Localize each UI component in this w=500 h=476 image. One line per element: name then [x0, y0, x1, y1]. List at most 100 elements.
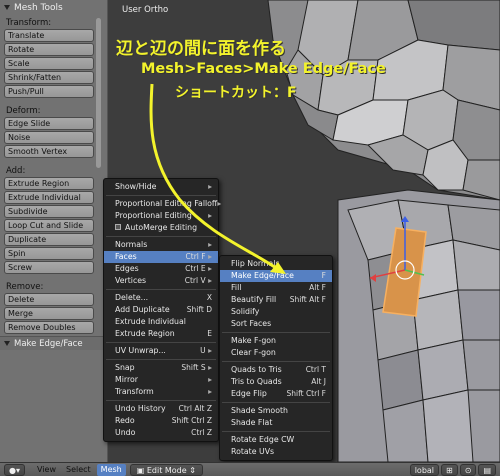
menu-item-shortcut-wrap: X: [207, 292, 212, 304]
tool-button-delete[interactable]: Delete: [4, 293, 94, 306]
menu-item-tris-to-quads[interactable]: Tris to Quads Alt J: [220, 376, 332, 388]
annotation-title: 辺と辺の間に面を作る: [116, 39, 286, 59]
menu-item-label: Transform: [115, 387, 154, 396]
tool-button-push-pull[interactable]: Push/Pull: [4, 85, 94, 98]
tool-sections: Transform: Translate Rotate Scale Shrink/Fat…: [0, 15, 107, 339]
render-icon[interactable]: ▤: [478, 463, 496, 476]
tool-button-spin[interactable]: Spin: [4, 247, 94, 260]
menu-item-rotate-uvs[interactable]: Rotate UVs: [220, 446, 332, 458]
menu-item-shortcut-wrap: Alt J: [311, 376, 326, 388]
tool-button-screw[interactable]: Screw: [4, 261, 94, 274]
menu-item-undo-history[interactable]: Undo History Ctrl Alt Z: [104, 403, 218, 415]
mesh-menu-button[interactable]: Mesh: [96, 463, 126, 476]
tool-button-extrude-region[interactable]: Extrude Region: [4, 177, 94, 190]
menu-item-uv-unwrap[interactable]: UV Unwrap... U ▸: [104, 345, 218, 357]
menu-item-snap[interactable]: Snap Shift S ▸: [104, 362, 218, 374]
editor-type-icon[interactable]: ●▾: [4, 463, 25, 476]
menu-item-shortcut-wrap: U ▸: [200, 345, 212, 357]
layer-icon[interactable]: ⊞: [441, 463, 458, 476]
menu-item-clear-f-gon[interactable]: Clear F-gon: [220, 347, 332, 359]
menu-separator: [106, 289, 216, 290]
menu-item-automerge-editing[interactable]: AutoMerge Editing: [104, 222, 218, 234]
menu-item-label: Snap: [115, 363, 135, 372]
menu-item-solidify[interactable]: Solidify: [220, 306, 332, 318]
tool-button-shrink-fatten[interactable]: Shrink/Fatten: [4, 71, 94, 84]
tool-button-extrude-individual[interactable]: Extrude Individual: [4, 191, 94, 204]
menu-item-shortcut-wrap: ▸: [208, 386, 212, 398]
menu-item-edges[interactable]: Edges Ctrl E ▸: [104, 263, 218, 275]
menu-item-label: Delete...: [115, 293, 149, 302]
menu-item-flip-normals[interactable]: Flip Normals: [220, 258, 332, 270]
mesh-tools-panel-header[interactable]: Mesh Tools: [0, 0, 107, 15]
mode-selector[interactable]: ▣ Edit Mode ⇕: [129, 463, 203, 476]
tool-button-loop-cut-and-slide[interactable]: Loop Cut and Slide: [4, 219, 94, 232]
tool-button-merge[interactable]: Merge: [4, 307, 94, 320]
menu-item-shortcut: Shift Ctrl Z: [171, 416, 212, 425]
tool-button-translate[interactable]: Translate: [4, 29, 94, 42]
collapse-triangle-icon[interactable]: [4, 5, 10, 10]
menu-item-label: Edges: [115, 264, 139, 273]
menu-item-label-wrap: Make Edge/Face: [231, 270, 294, 282]
tool-button-duplicate[interactable]: Duplicate: [4, 233, 94, 246]
menu-item-label-wrap: Proportional Editing Falloff: [115, 198, 217, 210]
menu-item-mirror[interactable]: Mirror ▸: [104, 374, 218, 386]
tool-button-smooth-vertex[interactable]: Smooth Vertex: [4, 145, 94, 158]
menu-item-delete[interactable]: Delete... X: [104, 292, 218, 304]
menu-item-edge-flip[interactable]: Edge Flip Shift Ctrl F: [220, 388, 332, 400]
menu-item-proportional-editing-falloff[interactable]: Proportional Editing Falloff ▸: [104, 198, 221, 210]
menu-item-label: Extrude Region: [115, 329, 175, 338]
menu-item-vertices[interactable]: Vertices Ctrl V ▸: [104, 275, 218, 287]
tool-shelf-scrollbar[interactable]: [96, 18, 101, 168]
last-operator-title: Make Edge/Face: [14, 338, 83, 349]
menu-item-proportional-editing[interactable]: Proportional Editing ▸: [104, 210, 218, 222]
submenu-arrow-icon: ▸: [205, 363, 212, 372]
menu-item-beautify-fill[interactable]: Beautify Fill Shift Alt F: [220, 294, 332, 306]
menu-item-undo[interactable]: Undo Ctrl Z: [104, 427, 218, 439]
tool-button-scale[interactable]: Scale: [4, 57, 94, 70]
menu-item-show-hide[interactable]: Show/Hide ▸: [104, 181, 218, 193]
menu-item-label-wrap: Beautify Fill: [231, 294, 276, 306]
tool-button-edge-slide[interactable]: Edge Slide: [4, 117, 94, 130]
menu-item-redo[interactable]: Redo Shift Ctrl Z: [104, 415, 218, 427]
snap-icon[interactable]: ⊙: [459, 463, 477, 476]
section-label: Deform:: [6, 106, 41, 116]
menu-item-normals[interactable]: Normals ▸: [104, 239, 218, 251]
menu-item-label: Make Edge/Face: [231, 271, 294, 280]
menu-item-label-wrap: Edge Flip: [231, 388, 267, 400]
last-operator-panel[interactable]: Make Edge/Face: [0, 336, 108, 350]
menu-item-faces[interactable]: Faces Ctrl F ▸: [104, 251, 218, 263]
menu-item-transform[interactable]: Transform ▸: [104, 386, 218, 398]
menu-item-make-f-gon[interactable]: Make F-gon: [220, 335, 332, 347]
menu-item-add-duplicate[interactable]: Add Duplicate Shift D: [104, 304, 218, 316]
select-menu[interactable]: Select: [62, 464, 95, 476]
tool-button-rotate[interactable]: Rotate: [4, 43, 94, 56]
menu-item-quads-to-tris[interactable]: Quads to Tris Ctrl T: [220, 364, 332, 376]
menu-item-extrude-region[interactable]: Extrude Region E: [104, 328, 218, 340]
menu-item-extrude-individual[interactable]: Extrude Individual: [104, 316, 218, 328]
menu-item-shortcut: Ctrl F: [185, 252, 206, 261]
menu-item-label: Beautify Fill: [231, 295, 277, 304]
menu-item-shortcut-wrap: ▸: [208, 374, 212, 386]
menu-item-label-wrap: AutoMerge Editing: [115, 222, 197, 234]
menu-item-rotate-edge-cw[interactable]: Rotate Edge CW: [220, 434, 332, 446]
submenu-arrow-icon: ▸: [208, 182, 212, 191]
menu-item-sort-faces[interactable]: Sort Faces: [220, 318, 332, 330]
menu-item-shade-flat[interactable]: Shade Flat: [220, 417, 332, 429]
tool-button-noise[interactable]: Noise: [4, 131, 94, 144]
menu-item-label-wrap: Mirror: [115, 374, 138, 386]
menu-item-fill[interactable]: Fill Alt F: [220, 282, 332, 294]
menu-item-make-edge-face[interactable]: Make Edge/Face F: [220, 270, 332, 282]
view-menu[interactable]: View: [33, 464, 60, 476]
tool-button-subdivide[interactable]: Subdivide: [4, 205, 94, 218]
tool-button-remove-doubles[interactable]: Remove Doubles: [4, 321, 94, 334]
checkbox-icon[interactable]: [115, 224, 121, 230]
menu-item-shade-smooth[interactable]: Shade Smooth: [220, 405, 332, 417]
mode-label: Edit Mode: [146, 465, 187, 475]
mesh-menu: Show/Hide ▸ Proportional Editing Falloff …: [103, 178, 221, 442]
menu-item-label: Proportional Editing: [115, 211, 192, 220]
orientation-selector[interactable]: lobal: [409, 463, 440, 476]
menu-item-label: Sort Faces: [231, 319, 272, 328]
menu-item-label-wrap: Undo History: [115, 403, 166, 415]
collapse-triangle-icon[interactable]: [4, 341, 10, 346]
menu-item-label-wrap: Shade Flat: [231, 417, 272, 429]
